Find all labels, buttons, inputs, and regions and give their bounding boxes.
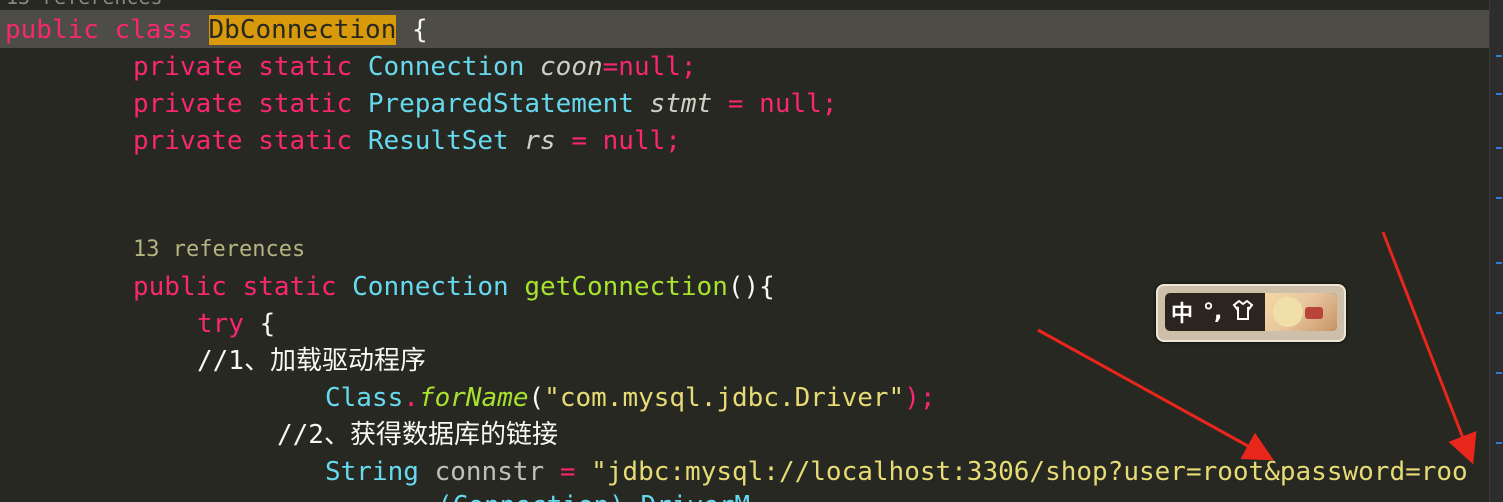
field-name: rs (524, 126, 556, 156)
try-line[interactable]: try { (197, 306, 275, 343)
scrollbar-marker (1496, 93, 1502, 95)
field-line-stmt[interactable]: private static PreparedStatement stmt = … (133, 86, 837, 123)
field-name: stmt (649, 89, 713, 119)
keyword-static: static (258, 52, 353, 82)
codelens-references[interactable]: 13 references (133, 231, 305, 268)
ime-status-bar[interactable]: 中 °, (1156, 284, 1346, 342)
ime-punctuation-toggle[interactable]: °, (1203, 300, 1222, 325)
open-brace: { (243, 309, 276, 339)
field-line-rs[interactable]: private static ResultSet rs = null; (133, 123, 681, 160)
keyword-static: static (242, 272, 337, 302)
keyword-private: private (133, 89, 243, 119)
comment-line-1[interactable]: //1、加载驱动程序 (197, 343, 426, 380)
keyword-static: static (258, 89, 353, 119)
class-ref: Class (325, 383, 404, 413)
keyword-public: public (5, 15, 99, 45)
jdbc-url-string: "jdbc:mysql://localhost:3306/shop?user=r… (575, 457, 1468, 487)
type-name: String (325, 457, 419, 487)
method-call: forName (418, 383, 529, 413)
codelens-references[interactable]: 13 references (6, 0, 163, 8)
keyword-private: private (133, 126, 243, 156)
field-initializer: = null; (712, 89, 838, 119)
class-declaration-line[interactable]: public class DbConnection { (5, 12, 428, 49)
vertical-scrollbar[interactable] (1489, 0, 1503, 502)
comment-line-2[interactable]: //2、获得数据库的链接 (277, 417, 558, 454)
type-name: ResultSet (367, 126, 509, 156)
class-name-highlighted: DbConnection (208, 15, 397, 45)
scrollbar-marker (1496, 55, 1502, 57)
field-name: coon (540, 52, 603, 82)
class-forname-line[interactable]: Class.forName("com.mysql.jdbc.Driver"); (325, 380, 936, 417)
ime-language-toggle[interactable]: 中 (1171, 296, 1193, 328)
keyword-static: static (258, 126, 353, 156)
open-brace: { (396, 15, 428, 45)
variable-name: connstr (418, 457, 560, 487)
type-name: Connection (367, 52, 525, 82)
scrollbar-marker (1496, 147, 1502, 149)
scrollbar-marker (1496, 262, 1502, 264)
type-name: PreparedStatement (367, 89, 634, 119)
scrollbar-marker (1496, 442, 1502, 444)
paren-close: ); (904, 383, 936, 413)
scrollbar-marker (1496, 197, 1502, 199)
scrollbar-marker (1496, 312, 1502, 314)
return-type: Connection (352, 272, 509, 302)
keyword-private: private (133, 52, 243, 82)
code-editor[interactable]: 13 references public class DbConnection … (0, 0, 1489, 502)
field-initializer: = null; (555, 126, 681, 156)
shirt-icon[interactable] (1232, 299, 1254, 325)
dot: . (403, 383, 419, 413)
paren-open: ( (528, 383, 545, 413)
cast-line[interactable]: (Connection) DriverM (437, 488, 750, 502)
keyword-try: try (197, 309, 244, 339)
field-initializer: =null; (602, 52, 697, 82)
method-declaration-line[interactable]: public static Connection getConnection()… (133, 269, 775, 306)
keyword-class: class (114, 15, 193, 45)
string-literal: "com.mysql.jdbc.Driver" (544, 383, 905, 413)
method-name: getConnection (524, 272, 728, 302)
ime-skin-avatar (1265, 293, 1337, 331)
scrollbar-marker (1496, 372, 1502, 374)
keyword-public: public (133, 272, 227, 302)
connstr-line[interactable]: String connstr = "jdbc:mysql://localhost… (325, 454, 1468, 491)
field-line-coon[interactable]: private static Connection coon=null; (133, 49, 697, 86)
assign-op: = (559, 457, 576, 487)
method-params: (){ (727, 272, 775, 302)
